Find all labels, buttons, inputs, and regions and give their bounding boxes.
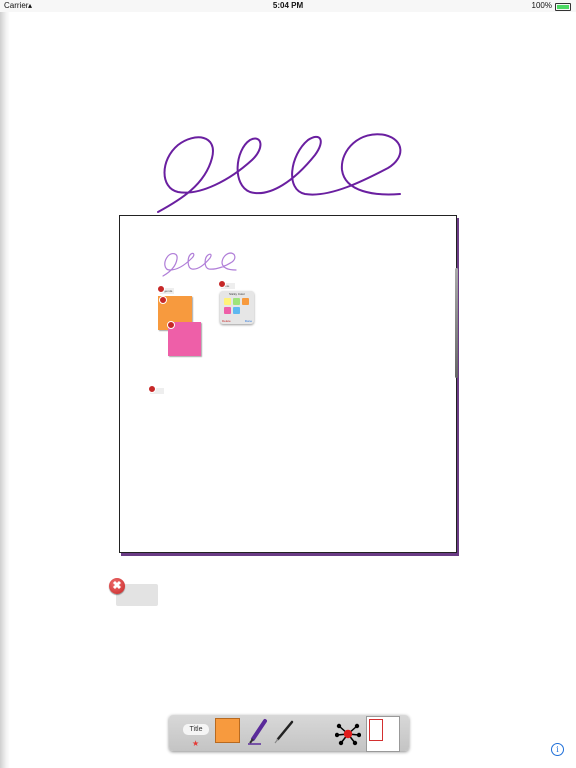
swatch-blue[interactable] xyxy=(233,307,240,314)
close-icon[interactable] xyxy=(167,321,175,329)
close-icon[interactable]: ✖ xyxy=(109,578,125,594)
sticky-note-tool[interactable] xyxy=(215,718,240,743)
close-icon[interactable] xyxy=(218,280,226,288)
star-icon: ★ xyxy=(192,739,200,748)
delete-button[interactable]: Delete xyxy=(222,319,231,323)
close-icon[interactable] xyxy=(148,385,156,393)
graph-nodes-icon[interactable] xyxy=(335,722,361,746)
title-button[interactable]: Title xyxy=(183,724,209,735)
swatch-green[interactable] xyxy=(233,298,240,305)
color-picker-popup[interactable]: Sticky Color Delete Done xyxy=(220,291,254,324)
swatch-orange-selected[interactable] xyxy=(242,298,249,305)
mini-handwriting-stroke xyxy=(162,252,237,277)
bottom-toolbar: Title ★ xyxy=(169,715,409,752)
marker-pen-icon[interactable] xyxy=(247,718,269,746)
swatch-yellow[interactable] xyxy=(224,298,231,305)
info-icon[interactable]: i xyxy=(551,743,564,756)
pencil-icon[interactable] xyxy=(273,719,295,745)
swatch-pink[interactable] xyxy=(224,307,231,314)
picker-title: Sticky Color xyxy=(228,292,245,296)
done-button[interactable]: Done xyxy=(245,319,252,323)
page-frame-icon xyxy=(369,719,383,741)
close-icon[interactable] xyxy=(157,285,165,293)
page-thumbnail[interactable] xyxy=(366,716,400,752)
close-icon[interactable] xyxy=(159,296,167,304)
